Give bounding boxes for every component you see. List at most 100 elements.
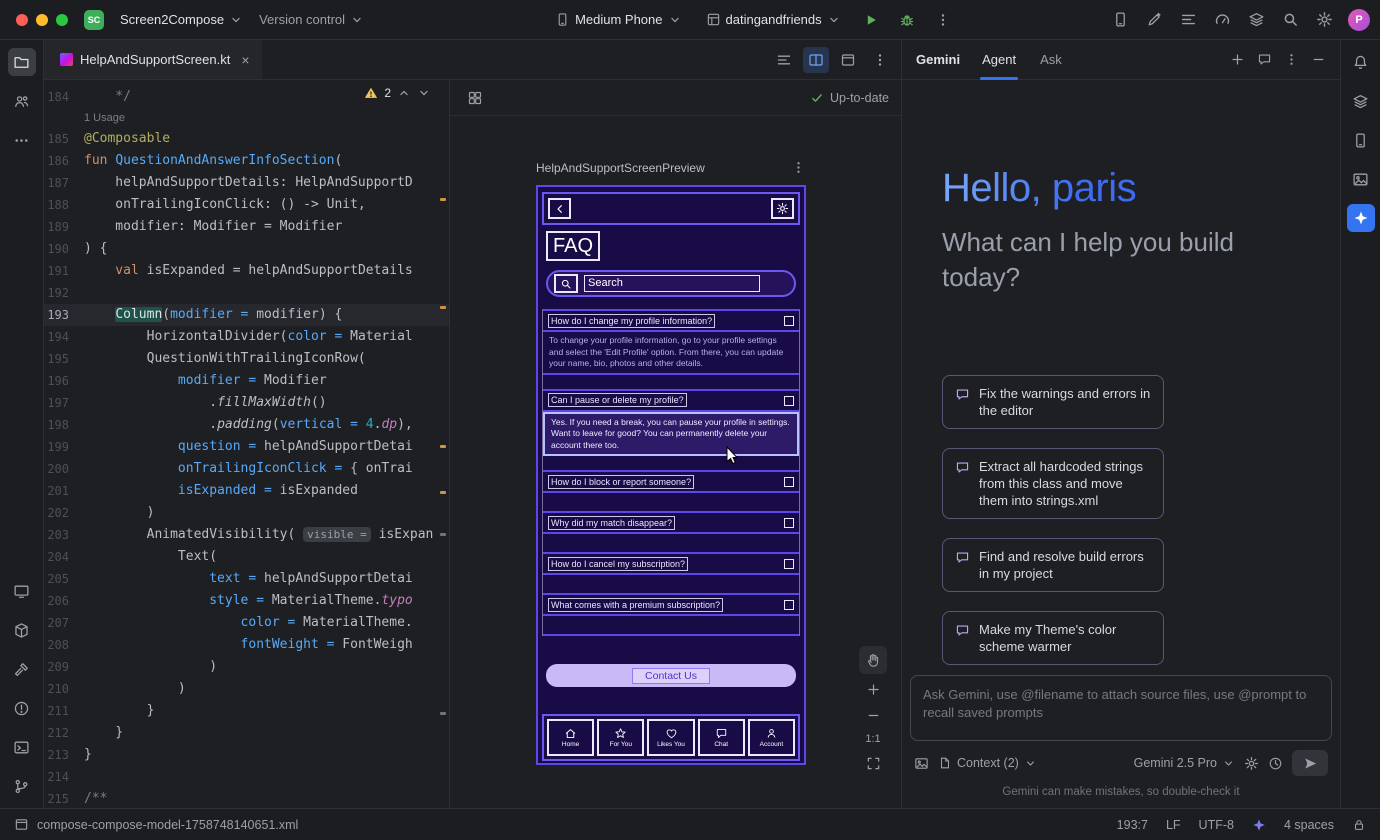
line-number[interactable]: 192 (44, 282, 84, 304)
line-number[interactable]: 210 (44, 678, 84, 700)
structure-button[interactable] (1174, 6, 1202, 34)
line-number[interactable]: 214 (44, 766, 84, 788)
code-line[interactable]: 201 isExpanded = isExpanded (44, 480, 449, 502)
line-number[interactable]: 189 (44, 216, 84, 238)
debug-button[interactable] (893, 6, 921, 34)
dependencies-toolwindow-button[interactable] (8, 616, 36, 644)
code-line[interactable]: 185@Composable (44, 128, 449, 150)
line-number[interactable]: 215 (44, 788, 84, 808)
code-line[interactable]: 194 HorizontalDivider(color = Material (44, 326, 449, 348)
line-number[interactable]: 209 (44, 656, 84, 678)
line-number[interactable]: 199 (44, 436, 84, 458)
gemini-tab-ask[interactable]: Ask (1038, 40, 1064, 80)
project-selector[interactable]: Screen2Compose (112, 7, 251, 32)
encoding-widget[interactable]: UTF-8 (1199, 818, 1234, 832)
line-number[interactable]: 185 (44, 128, 84, 150)
code-line[interactable]: 209 ) (44, 656, 449, 678)
search-bar[interactable]: Search (546, 270, 796, 297)
build-variants-button[interactable] (1347, 87, 1375, 115)
gemini-settings-icon[interactable] (1244, 756, 1259, 771)
search-everywhere-button[interactable] (1276, 6, 1304, 34)
close-tab-icon[interactable]: × (241, 53, 249, 67)
faq-expand-icon[interactable] (784, 600, 794, 610)
faq-question-row[interactable]: What comes with a premium subscription? (543, 595, 799, 616)
caret-position-widget[interactable]: 193:7 (1117, 818, 1148, 832)
suggestion-card[interactable]: Fix the warnings and errors in the edito… (942, 375, 1164, 429)
editor-tab[interactable]: HelpAndSupportScreen.kt × (44, 40, 262, 79)
problems-toolwindow-button[interactable] (8, 694, 36, 722)
model-selector[interactable]: Gemini 2.5 Pro (1134, 756, 1235, 770)
code-line[interactable]: 215/** (44, 788, 449, 808)
code-line[interactable]: 190) { (44, 238, 449, 260)
gemini-status-icon[interactable] (1252, 818, 1266, 832)
line-number[interactable]: 203 (44, 524, 84, 546)
nav-item-likes-you[interactable]: Likes You (647, 719, 694, 756)
line-number[interactable]: 211 (44, 700, 84, 722)
run-button[interactable] (857, 6, 885, 34)
version-control-toolwindow-button[interactable] (8, 772, 36, 800)
info-stripe-mark[interactable] (440, 712, 446, 715)
warning-stripe-mark[interactable] (440, 198, 446, 201)
suggestion-card[interactable]: Make my Theme's color scheme warmer (942, 611, 1164, 665)
preview-phone-frame[interactable]: FAQ Search How do I change my profile in… (536, 185, 806, 765)
pan-tool-button[interactable] (859, 646, 887, 674)
code-line[interactable]: 212 } (44, 722, 449, 744)
line-number[interactable]: 213 (44, 744, 84, 766)
faq-expand-icon[interactable] (784, 316, 794, 326)
vcs-widget[interactable]: Version control (251, 7, 372, 32)
faq-expand-icon[interactable] (784, 518, 794, 528)
line-number[interactable]: 200 (44, 458, 84, 480)
statusbar-file-name[interactable]: compose-compose-model-1758748140651.xml (37, 818, 298, 832)
indent-widget[interactable]: 4 spaces (1284, 818, 1334, 832)
faq-question-row[interactable]: How do I cancel my subscription? (543, 554, 799, 575)
suggestion-card[interactable]: Extract all hardcoded strings from this … (942, 448, 1164, 519)
more-run-actions-button[interactable] (929, 6, 957, 34)
nav-item-home[interactable]: Home (547, 719, 594, 756)
faq-expand-icon[interactable] (784, 559, 794, 569)
history-icon[interactable] (1268, 756, 1283, 771)
code-line[interactable]: 202 ) (44, 502, 449, 524)
code-line[interactable]: 188 onTrailingIconClick: () -> Unit, (44, 194, 449, 216)
resource-manager-button[interactable] (1347, 165, 1375, 193)
running-devices-toolwindow-button[interactable] (1347, 126, 1375, 154)
profiler-button[interactable] (1208, 6, 1236, 34)
line-number[interactable]: 208 (44, 634, 84, 656)
nav-item-account[interactable]: Account (748, 719, 795, 756)
build-toolwindow-button[interactable] (8, 655, 36, 683)
suggestion-card[interactable]: Find and resolve build errors in my proj… (942, 538, 1164, 592)
faq-expand-icon[interactable] (784, 396, 794, 406)
code-line[interactable]: 200 onTrailingIconClick = { onTrai (44, 458, 449, 480)
info-stripe-mark[interactable] (440, 533, 446, 536)
notifications-button[interactable] (1347, 48, 1375, 76)
search-input[interactable]: Search (584, 275, 760, 292)
warning-stripe-mark[interactable] (440, 306, 446, 309)
attach-image-icon[interactable] (914, 756, 929, 771)
code-line[interactable]: 199 question = helpAndSupportDetai (44, 436, 449, 458)
zoom-to-fit-button[interactable] (861, 752, 885, 774)
contact-us-button[interactable]: Contact Us (546, 664, 796, 687)
line-number[interactable]: 196 (44, 370, 84, 392)
code-line[interactable]: 208 fontWeight = FontWeigh (44, 634, 449, 656)
code-vision-hint[interactable]: 1 Usage (44, 108, 449, 128)
code-line[interactable]: 207 color = MaterialTheme. (44, 612, 449, 634)
view-mode-code-button[interactable] (771, 47, 797, 73)
code-line[interactable]: 211 } (44, 700, 449, 722)
lock-icon[interactable] (1352, 818, 1366, 832)
settings-button[interactable] (1310, 6, 1338, 34)
code-line[interactable]: 186fun QuestionAndAnswerInfoSection( (44, 150, 449, 172)
running-devices-button[interactable] (1106, 6, 1134, 34)
code-line[interactable]: 205 text = helpAndSupportDetai (44, 568, 449, 590)
code-line[interactable]: 210 ) (44, 678, 449, 700)
send-button[interactable] (1292, 750, 1328, 776)
preview-options-icon[interactable] (791, 160, 806, 175)
logcat-toolwindow-button[interactable] (8, 577, 36, 605)
device-manager-button[interactable] (1242, 6, 1270, 34)
code-line[interactable]: 213} (44, 744, 449, 766)
code-line[interactable]: 197 .fillMaxWidth() (44, 392, 449, 414)
gemini-toolwindow-button[interactable] (1347, 204, 1375, 232)
line-number[interactable]: 204 (44, 546, 84, 568)
back-button[interactable] (548, 198, 571, 219)
code-line[interactable]: 203 AnimatedVisibility( visible = isExpa… (44, 524, 449, 546)
run-configuration-selector[interactable]: datingandfriends (698, 7, 849, 32)
ai-actions-button[interactable] (1140, 6, 1168, 34)
